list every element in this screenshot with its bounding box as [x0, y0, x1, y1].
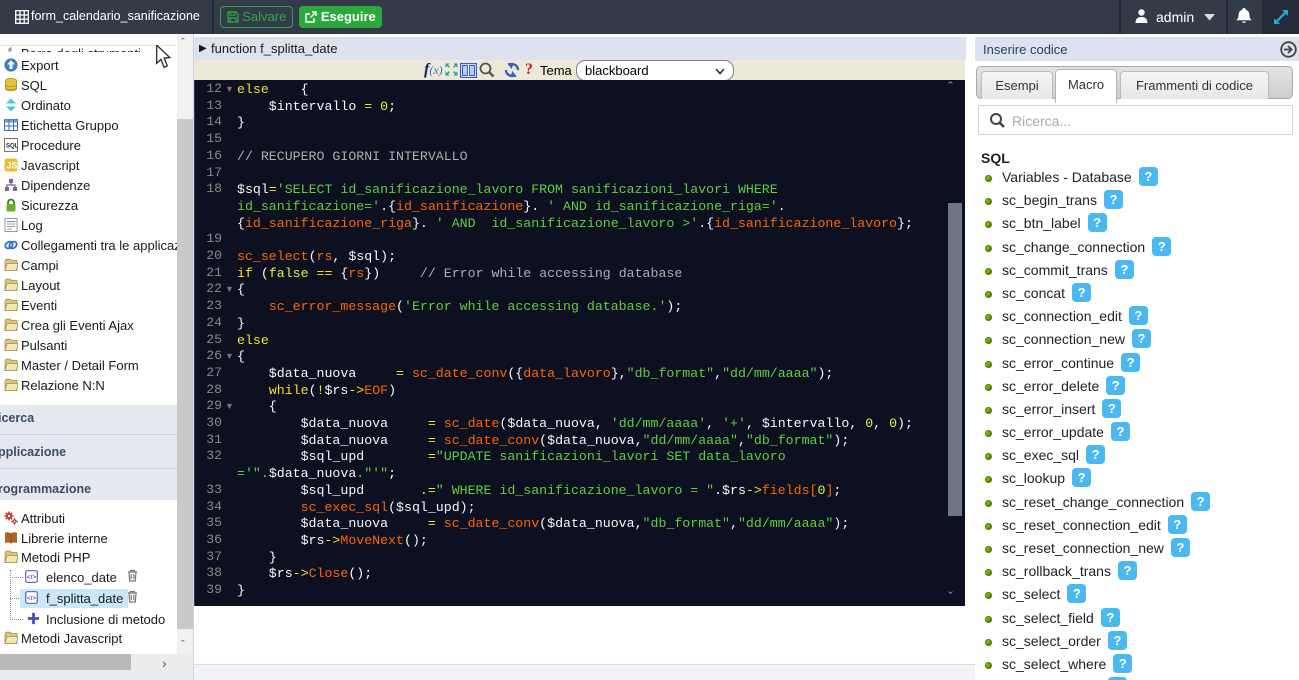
svg-text:SQL: SQL	[6, 143, 18, 149]
svg-text:JS: JS	[6, 160, 17, 170]
svg-text:</>: </>	[27, 574, 37, 581]
svg-text:</>: </>	[27, 595, 37, 602]
